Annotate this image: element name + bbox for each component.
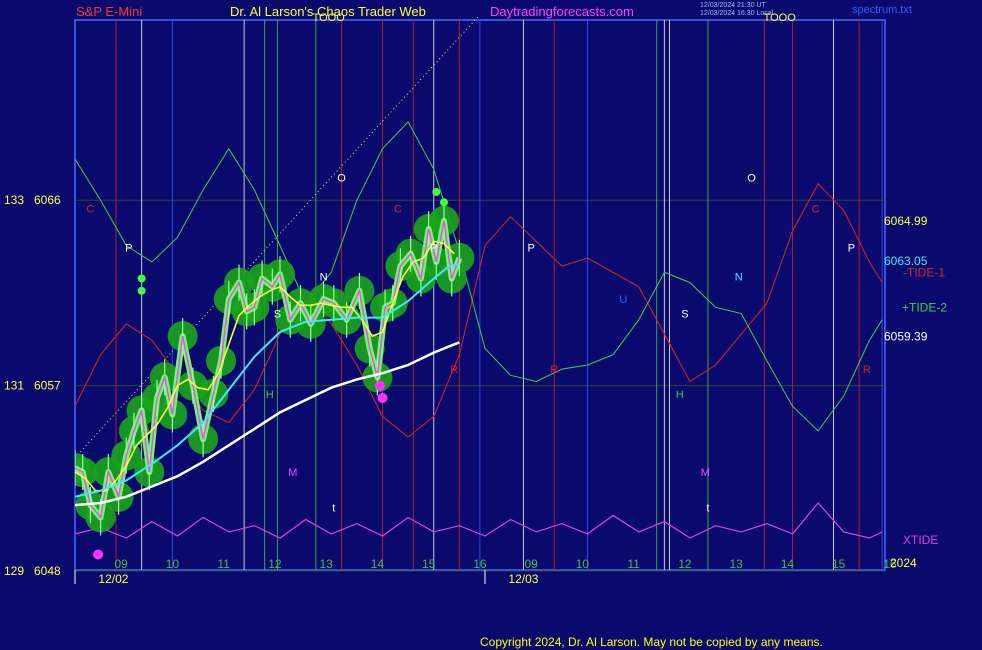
- x-hour-label-13: 14: [781, 557, 795, 571]
- x-hour-label-1: 10: [166, 557, 180, 571]
- x-hour-label-2: 11: [217, 557, 230, 571]
- high-dot-3: [440, 198, 448, 207]
- x-hour-label-11: 12: [678, 557, 692, 571]
- event-marker-17: S: [681, 309, 688, 321]
- low-dot-2: [377, 392, 388, 403]
- high-dot-0: [137, 274, 146, 283]
- event-marker-16: U: [619, 294, 627, 306]
- event-marker-1: P: [125, 243, 132, 255]
- x-hour-label-3: 12: [268, 557, 282, 571]
- event-marker-22: C: [812, 204, 820, 216]
- high-dot-2: [432, 187, 441, 196]
- day-label-1: 12/03: [508, 572, 538, 586]
- x-hour-label-4: 13: [319, 557, 333, 571]
- series-group: [75, 121, 883, 560]
- right-label-0: 6064.99: [884, 214, 928, 228]
- y-left-label-2: 129: [4, 564, 24, 578]
- event-marker-18: N: [735, 272, 743, 284]
- event-marker-21: t: [706, 502, 709, 514]
- event-marker-5: N: [320, 272, 328, 284]
- x-hour-label-9: 10: [576, 557, 590, 571]
- xtide-line: [75, 502, 883, 539]
- event-marker-11: P: [527, 243, 534, 255]
- event-marker-8: H: [266, 389, 274, 401]
- x-hour-label-14: 15: [832, 557, 846, 571]
- x-hour-label-0: 09: [114, 557, 128, 571]
- price-chart: C P TOOO O S N C P H M R P Rt TOOO O U S N H Mt C P R 133 6066 13…: [4, 12, 947, 586]
- low-dot-0: [93, 549, 104, 560]
- y-left-label-1: 131: [4, 379, 24, 393]
- right-label-2: -TIDE-1: [903, 265, 945, 279]
- event-marker-20: M: [701, 467, 710, 479]
- event-marker-9: M: [288, 467, 297, 479]
- right-label-5: XTIDE: [903, 533, 938, 547]
- x-hour-label-10: 11: [627, 557, 640, 571]
- low-dot-1: [374, 380, 385, 391]
- right-label-3: +TIDE-2: [902, 300, 947, 314]
- x-hour-label-5: 14: [371, 557, 385, 571]
- x-hour-label-6: 15: [422, 557, 436, 571]
- event-marker-12: R: [550, 364, 558, 376]
- x-hour-label-12: 13: [729, 557, 743, 571]
- event-marker-0: C: [86, 204, 94, 216]
- y-price-label-1: 6057: [34, 379, 61, 393]
- event-marker-15: O: [747, 173, 756, 185]
- event-marker-19: H: [676, 389, 684, 401]
- event-marker-13: t: [332, 502, 335, 514]
- high-dot-1: [137, 286, 146, 295]
- event-marker-10: R: [450, 364, 458, 376]
- event-marker-4: S: [274, 309, 281, 321]
- y-price-label-0: 6066: [34, 193, 61, 207]
- year-label: 2024: [890, 556, 917, 570]
- event-marker-23: P: [848, 243, 855, 255]
- event-marker-24: R: [863, 364, 871, 376]
- event-marker-2: TOOO: [313, 12, 346, 24]
- x-hour-label-8: 09: [524, 557, 538, 571]
- event-marker-7: P: [430, 243, 437, 255]
- x-hour-label-7: 16: [473, 557, 487, 571]
- event-marker-6: C: [394, 204, 402, 216]
- event-marker-3: O: [337, 173, 346, 185]
- event-marker-14: TOOO: [764, 12, 797, 24]
- y-price-label-2: 6048: [34, 564, 61, 578]
- right-label-4: 6059.39: [884, 329, 928, 343]
- day-label-0: 12/02: [98, 572, 128, 586]
- y-left-label-0: 133: [4, 193, 24, 207]
